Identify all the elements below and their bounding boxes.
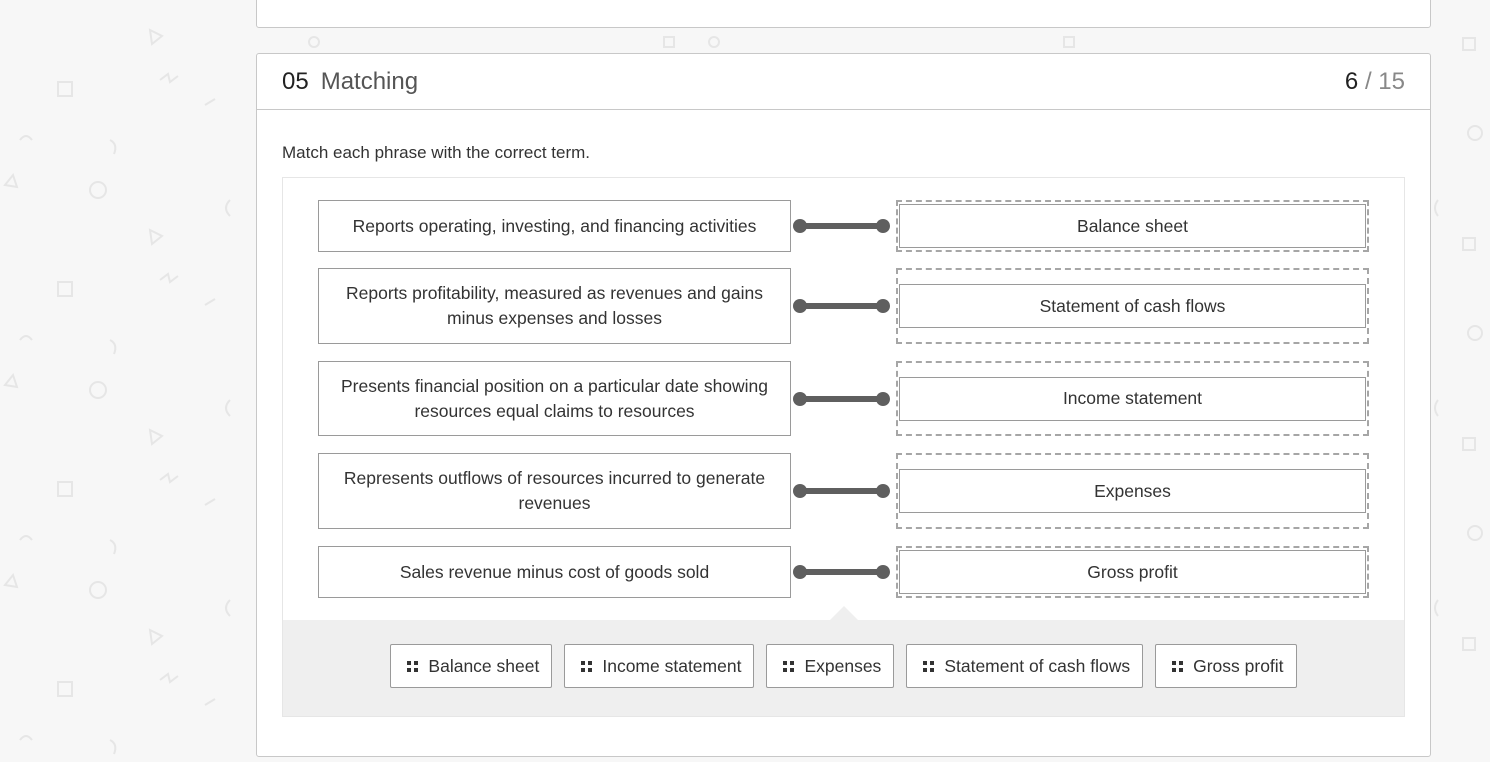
drop-zone[interactable]: Income statement	[896, 361, 1369, 436]
bank-caret	[830, 606, 858, 620]
term-chips: Balance sheet Income statement Expenses …	[283, 644, 1404, 688]
match-phrase: Presents financial position on a particu…	[318, 361, 791, 436]
match-connector	[793, 562, 890, 582]
term-chip[interactable]: Statement of cash flows	[906, 644, 1144, 688]
progress-current: 6	[1344, 67, 1359, 95]
matched-term[interactable]: Statement of cash flows	[899, 284, 1366, 328]
match-phrase: Sales revenue minus cost of goods sold	[318, 546, 791, 598]
question-card: 05 Matching 6 / 15 Match each phrase wit…	[256, 53, 1431, 757]
term-chip-label: Statement of cash flows	[944, 655, 1131, 676]
match-connector	[793, 216, 890, 236]
drag-handle-icon	[923, 660, 935, 672]
match-row: Presents financial position on a particu…	[318, 361, 1369, 436]
drop-zone[interactable]: Balance sheet	[896, 200, 1369, 252]
term-bank: Balance sheet Income statement Expenses …	[283, 606, 1404, 716]
previous-question-card	[256, 0, 1431, 28]
drop-zone[interactable]: Statement of cash flows	[896, 268, 1369, 344]
term-chip[interactable]: Balance sheet	[390, 644, 553, 688]
matched-term[interactable]: Expenses	[899, 469, 1366, 513]
match-connector	[793, 481, 890, 501]
question-type: Matching	[320, 67, 419, 95]
term-chip-label: Gross profit	[1193, 655, 1284, 676]
match-phrase: Reports profitability, measured as reven…	[318, 268, 791, 344]
match-row: Represents outflows of resources incurre…	[318, 453, 1369, 529]
question-number: 05	[282, 67, 309, 95]
drop-zone[interactable]: Expenses	[896, 453, 1369, 529]
match-connector	[793, 296, 890, 316]
term-chip[interactable]: Income statement	[564, 644, 755, 688]
matched-term[interactable]: Gross profit	[899, 550, 1366, 594]
match-row: Sales revenue minus cost of goods sold G…	[318, 546, 1369, 598]
match-row: Reports operating, investing, and financ…	[318, 200, 1369, 252]
question-progress: 6 / 15	[1345, 68, 1405, 96]
progress-total: 15	[1378, 67, 1405, 95]
match-phrase: Reports operating, investing, and financ…	[318, 200, 791, 252]
drag-handle-icon	[783, 660, 795, 672]
question-title: 05 Matching	[282, 68, 418, 96]
drop-zone[interactable]: Gross profit	[896, 546, 1369, 598]
term-chip-label: Balance sheet	[428, 655, 540, 676]
question-instructions: Match each phrase with the correct term.	[282, 143, 591, 162]
matching-area: Reports operating, investing, and financ…	[282, 177, 1405, 717]
match-row: Reports profitability, measured as reven…	[318, 268, 1369, 344]
term-chip-label: Expenses	[804, 655, 882, 676]
term-chip-label: Income statement	[602, 655, 742, 676]
matched-term[interactable]: Income statement	[899, 376, 1366, 421]
question-header: 05 Matching 6 / 15	[257, 54, 1430, 110]
drag-handle-icon	[407, 660, 419, 672]
match-phrase: Represents outflows of resources incurre…	[318, 453, 791, 529]
matched-term[interactable]: Balance sheet	[899, 204, 1366, 248]
progress-separator: /	[1364, 67, 1372, 95]
term-chip[interactable]: Expenses	[766, 644, 895, 688]
match-connector	[793, 389, 890, 409]
drag-handle-icon	[581, 660, 593, 672]
term-chip[interactable]: Gross profit	[1155, 644, 1297, 688]
drag-handle-icon	[1172, 660, 1184, 672]
